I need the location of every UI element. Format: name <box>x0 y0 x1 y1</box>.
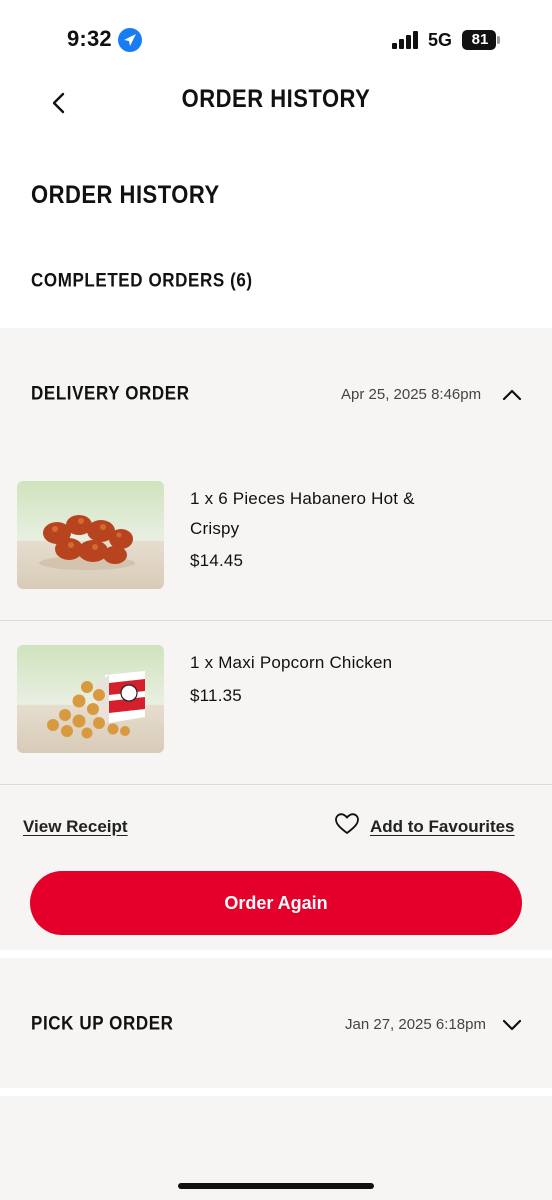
order-type[interactable]: PICK UP ORDER <box>31 1013 174 1035</box>
section-title: ORDER HISTORY <box>31 180 220 209</box>
item-price: $11.35 <box>190 686 242 705</box>
item-name: 1 x Maxi Popcorn Chicken <box>190 653 393 672</box>
item-price: $14.45 <box>190 551 244 570</box>
network-type: 5G <box>428 30 453 50</box>
cellular-signal-icon <box>392 31 418 49</box>
heart-icon[interactable] <box>334 812 360 836</box>
order-again-button[interactable]: Order Again <box>30 871 522 935</box>
order-date: Apr 25, 2025 8:46pm <box>341 386 482 403</box>
order-date: Jan 27, 2025 6:18pm <box>345 1016 486 1033</box>
home-indicator <box>178 1183 374 1189</box>
chevron-up-icon[interactable] <box>501 388 523 402</box>
completed-orders-label: COMPLETED ORDERS (6) <box>31 269 253 292</box>
popcorn-chicken-image <box>17 645 164 753</box>
header-title: ORDER HISTORY <box>181 84 371 113</box>
battery-level: 81 <box>471 31 489 48</box>
status-time: 9:32 <box>67 26 112 51</box>
add-to-favourites-link[interactable]: Add to Favourites <box>370 817 515 837</box>
habanero-chicken-image <box>17 481 164 589</box>
view-receipt-link[interactable]: View Receipt <box>23 817 128 837</box>
item-name: 1 x 6 Pieces Habanero Hot & Crispy <box>190 489 415 538</box>
chevron-down-icon[interactable] <box>501 1018 523 1032</box>
item-divider <box>0 620 552 621</box>
order-card-delivery <box>0 328 552 950</box>
item-divider <box>0 784 552 785</box>
location-arrow-icon <box>118 28 142 52</box>
order-type[interactable]: DELIVERY ORDER <box>31 383 190 405</box>
